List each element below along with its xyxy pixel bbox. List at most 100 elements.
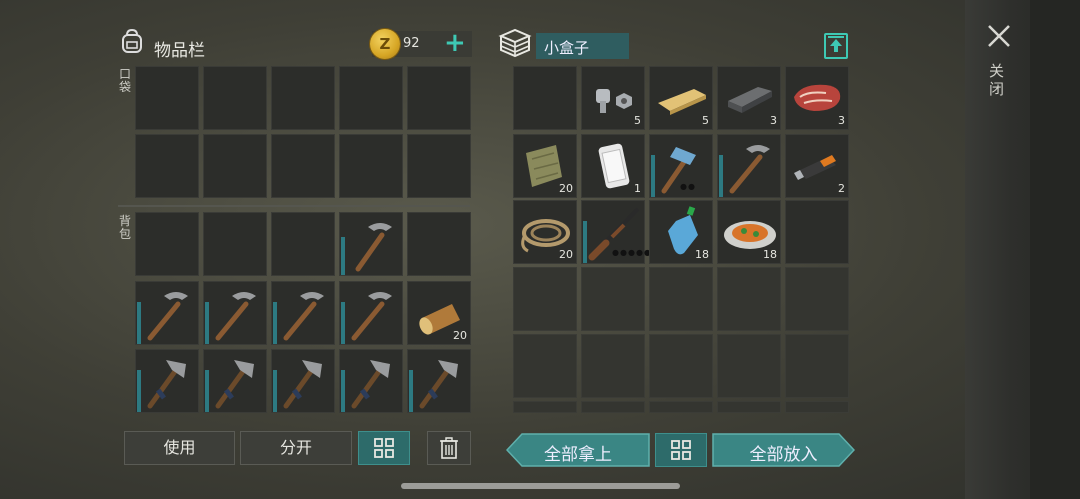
backpack-slot[interactable] [407,212,471,276]
backpack-slot[interactable] [407,349,471,413]
add-coins-button[interactable]: + [444,30,466,56]
pocket-slot[interactable] [339,66,403,130]
hatchet-icon [283,360,322,409]
container-slot[interactable] [785,334,849,398]
backpack-slot[interactable] [339,212,403,276]
backpack-slot[interactable] [135,281,199,345]
put-all-button[interactable]: 全部放入 [712,433,855,467]
container-slot[interactable]: 1 [581,134,645,198]
backpack-slot[interactable] [271,212,335,276]
container-name[interactable]: 小盒子 [536,33,629,59]
backpack-label: 背包 [119,214,132,241]
item-quantity: 1 [634,182,641,195]
use-button[interactable]: 使用 [124,431,235,465]
pickaxe-icon [215,292,256,341]
item-quantity: 18 [763,248,777,261]
hatchet-icon [351,360,390,409]
backpack-slot[interactable] [203,212,267,276]
pickaxe-icon [355,223,392,272]
grid-icon [374,438,394,458]
item-quantity: 20 [559,182,573,195]
item-quantity: 18 [695,248,709,261]
item-quantity: 5 [634,114,641,127]
pickaxe-icon [283,292,324,341]
container-slot[interactable] [649,401,713,413]
backpack-icon [122,28,142,53]
backpack-slot[interactable] [135,349,199,413]
container-slot[interactable]: ●● [649,134,713,198]
pickaxe-icon [729,145,770,194]
pocket-slot[interactable] [339,134,403,198]
pocket-slot[interactable] [271,134,335,198]
sort-container-button[interactable] [655,433,707,467]
pocket-label: 口袋 [119,67,132,94]
container-slot[interactable]: 20 [513,200,577,264]
hatchet-icon [215,360,254,409]
container-slot[interactable]: 3 [785,66,849,130]
container-slot[interactable] [581,267,645,331]
item-quantity: 2 [838,182,845,195]
grid-icon [671,440,691,460]
item-quantity: 5 [702,114,709,127]
sort-button[interactable] [358,431,410,465]
durability-dots: ●● [680,182,696,191]
container-slot[interactable] [513,334,577,398]
container-slot[interactable] [513,401,577,413]
container-slot[interactable] [785,200,849,264]
item-quantity: 3 [770,114,777,127]
container-slot[interactable]: 5 [581,66,645,130]
container-slot[interactable]: 5 [649,66,713,130]
container-slot[interactable] [513,267,577,331]
backpack-slot[interactable]: 20 [407,281,471,345]
item-quantity: 20 [559,248,573,261]
backpack-slot[interactable] [271,349,335,413]
container-slot[interactable]: 18 [649,200,713,264]
container-slot[interactable] [717,267,781,331]
container-slot[interactable]: 20 [513,134,577,198]
pocket-slot[interactable] [407,66,471,130]
container-slot[interactable] [717,134,781,198]
pocket-slot[interactable] [203,66,267,130]
take-all-button[interactable]: 全部拿上 [506,433,650,467]
pickaxe-icon [147,292,188,341]
backpack-slot[interactable] [339,281,403,345]
pocket-slot[interactable] [135,134,199,198]
item-quantity: 3 [838,114,845,127]
container-slot[interactable]: 2 [785,134,849,198]
container-slot[interactable] [717,334,781,398]
backpack-slot[interactable] [271,281,335,345]
backpack-slot[interactable] [339,349,403,413]
pocket-slot[interactable] [407,134,471,198]
container-slot[interactable]: ●●●●●● [581,200,659,264]
backpack-slot[interactable] [203,349,267,413]
container-slot[interactable] [785,267,849,331]
container-slot[interactable] [785,401,849,413]
container-slot[interactable] [649,334,713,398]
container-slot[interactable] [717,401,781,413]
close-icon[interactable] [985,22,1013,50]
container-slot[interactable]: 18 [717,200,781,264]
container-slot[interactable] [581,334,645,398]
upload-button[interactable] [824,33,848,59]
backpack-slot[interactable] [135,212,199,276]
section-divider [118,205,470,207]
pocket-slot[interactable] [271,66,335,130]
item-quantity: 20 [453,329,467,342]
coin-count: 92 [403,36,420,51]
hatchet-icon [147,360,186,409]
coin-icon: Z [370,29,400,59]
pocket-slot[interactable] [203,134,267,198]
box-icon [498,28,532,58]
container-slot[interactable] [649,267,713,331]
split-button[interactable]: 分开 [240,431,352,465]
close-label: 关闭 [989,62,1005,98]
backpack-slot[interactable] [203,281,267,345]
home-indicator[interactable] [401,483,680,489]
trash-icon [440,437,458,459]
container-slot[interactable] [581,401,645,413]
inventory-title: 物品栏 [154,41,205,61]
delete-button[interactable] [427,431,471,465]
pocket-slot[interactable] [135,66,199,130]
container-slot[interactable]: 3 [717,66,781,130]
container-slot[interactable] [513,66,577,130]
